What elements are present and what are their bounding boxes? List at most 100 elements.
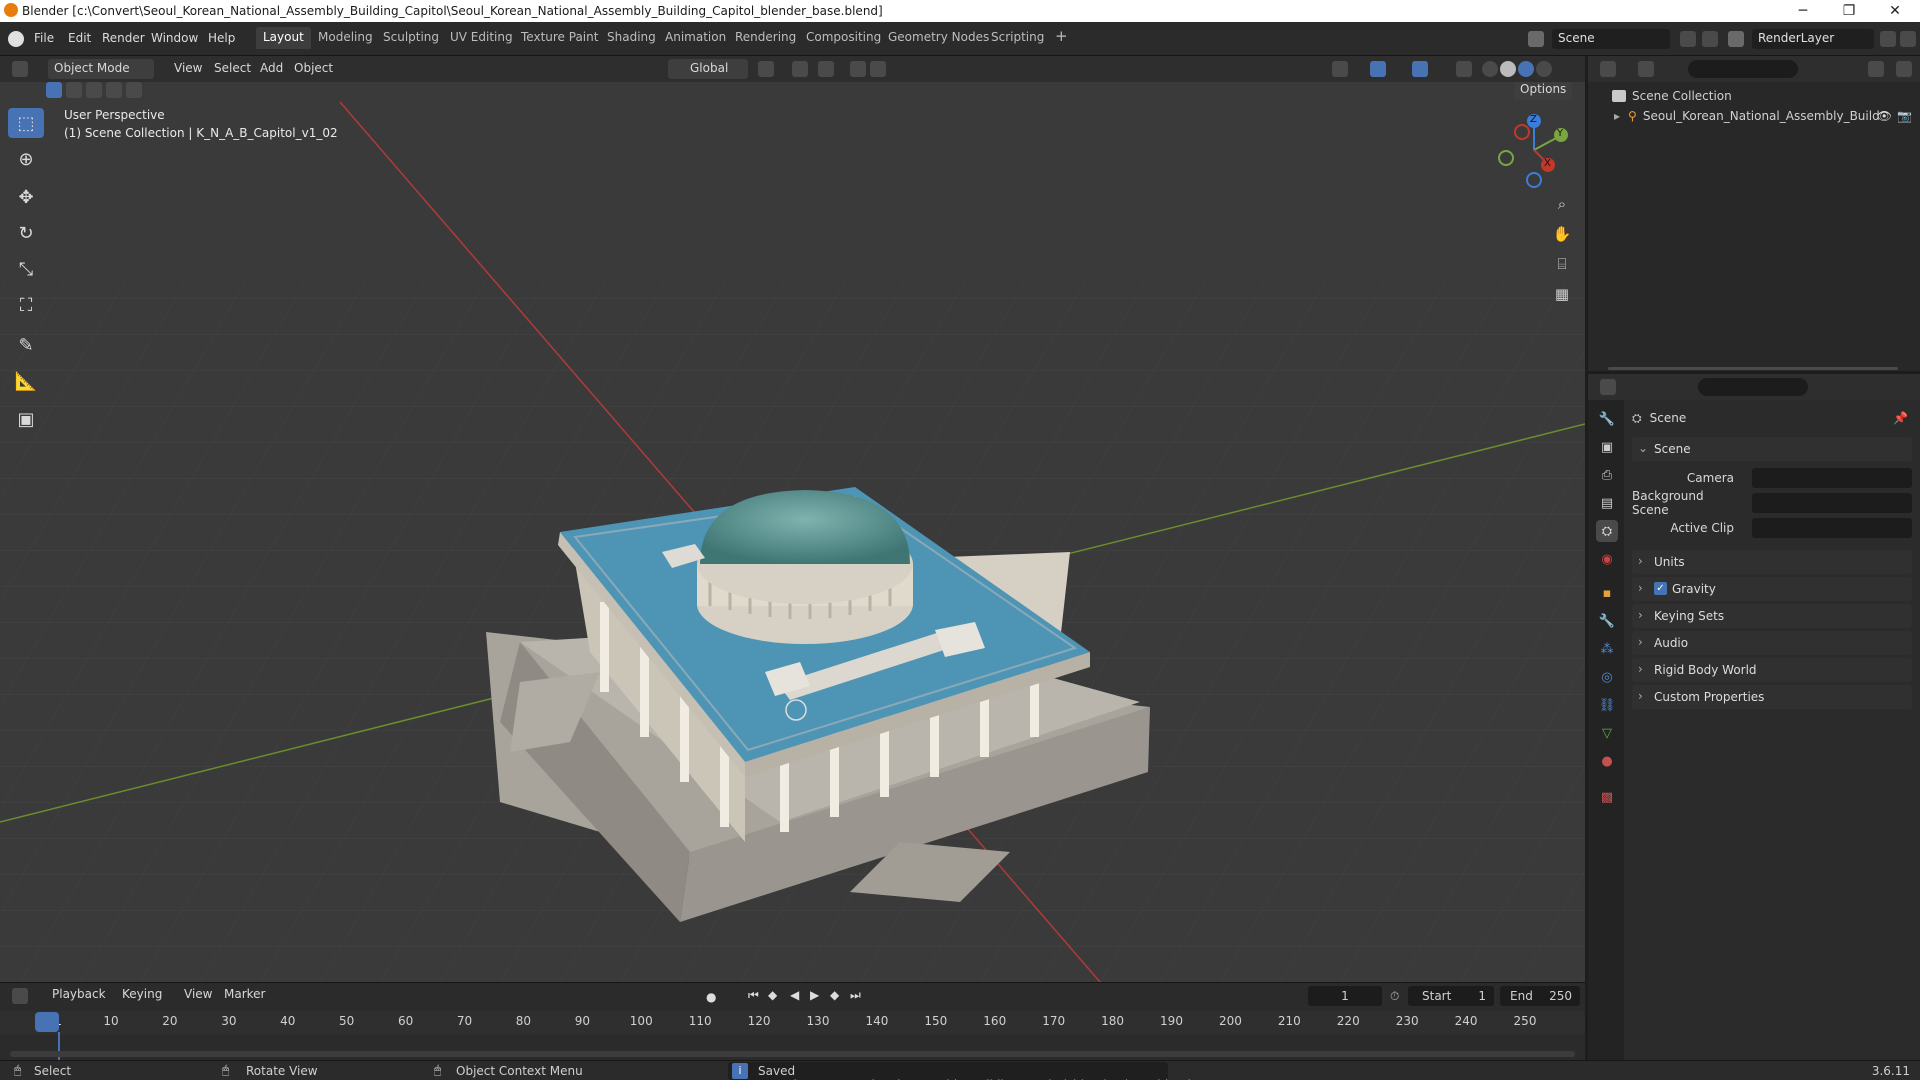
select-intersect-icon[interactable]: [126, 82, 142, 98]
display-mode-icon[interactable]: [1638, 61, 1654, 77]
add-cube-tool-icon[interactable]: ▣: [8, 404, 44, 434]
viewport-menu-add[interactable]: Add: [254, 59, 289, 79]
units-section-header[interactable]: › Units: [1632, 550, 1912, 574]
current-frame-field[interactable]: 1: [1308, 986, 1382, 1006]
timeline-menu-marker[interactable]: Marker: [218, 985, 271, 1005]
world-tab-icon[interactable]: ◉: [1596, 548, 1618, 570]
pin-icon[interactable]: 📌: [1893, 411, 1908, 425]
gravity-section-header[interactable]: › ✓ Gravity: [1632, 577, 1912, 601]
rigid-body-world-section-header[interactable]: › Rigid Body World: [1632, 658, 1912, 682]
playhead[interactable]: [35, 1012, 59, 1032]
data-tab-icon[interactable]: ▽: [1596, 722, 1618, 744]
outliner-editor-type-icon[interactable]: [1600, 61, 1616, 77]
minimize-button[interactable]: ─: [1780, 0, 1826, 22]
outliner-row-object[interactable]: ▸ ⚲ Seoul_Korean_National_Assembly_Build…: [1614, 106, 1914, 126]
navigation-gizmo[interactable]: Z Y X: [1490, 110, 1570, 190]
transform-orientation-dropdown[interactable]: Global: [668, 59, 748, 79]
select-extend-icon[interactable]: [66, 82, 82, 98]
menu-render[interactable]: Render: [96, 29, 151, 47]
gravity-checkbox[interactable]: ✓: [1654, 582, 1667, 595]
snap-icon[interactable]: [792, 61, 808, 77]
play-icon[interactable]: ▶: [810, 988, 819, 1002]
viewport-menu-view[interactable]: View: [168, 59, 208, 79]
timeline-menu-view[interactable]: View: [178, 985, 218, 1005]
renderlayer-type-icon[interactable]: [1728, 31, 1744, 47]
rendered-shading-icon[interactable]: [1536, 61, 1552, 77]
tab-scripting[interactable]: Scripting: [984, 27, 1051, 49]
timeline-scrollbar[interactable]: [10, 1051, 1575, 1057]
delete-renderlayer-icon[interactable]: [1900, 31, 1916, 47]
next-keyframe-icon[interactable]: ◆: [830, 988, 839, 1002]
background-scene-field[interactable]: [1752, 493, 1912, 513]
start-frame-field[interactable]: Start 1: [1408, 986, 1494, 1006]
snap-target-icon[interactable]: [818, 61, 834, 77]
menu-file[interactable]: File: [28, 29, 60, 47]
overlay-toggle-icon[interactable]: [1412, 61, 1428, 77]
select-new-icon[interactable]: [46, 82, 62, 98]
stopwatch-icon[interactable]: ⏱: [1390, 989, 1399, 1004]
rotate-tool-icon[interactable]: ↻: [8, 218, 44, 248]
3d-viewport[interactable]: User Perspective (1) Scene Collection | …: [0, 82, 1585, 982]
object-tab-icon[interactable]: ▪: [1596, 582, 1618, 604]
transform-tool-icon[interactable]: ⛶: [8, 290, 44, 320]
select-box-tool-icon[interactable]: ⬚: [8, 108, 44, 138]
xray-toggle-icon[interactable]: [1456, 61, 1472, 77]
zoom-icon[interactable]: ⌕: [1548, 190, 1576, 218]
play-reverse-icon[interactable]: ◀: [790, 988, 799, 1002]
wireframe-shading-icon[interactable]: [1482, 61, 1498, 77]
cursor-tool-icon[interactable]: ⊕: [8, 144, 44, 174]
close-window-button[interactable]: ✕: [1872, 0, 1918, 22]
pivot-point-icon[interactable]: [758, 61, 774, 77]
outliner-scrollbar[interactable]: [1608, 367, 1898, 370]
move-tool-icon[interactable]: ✥: [8, 182, 44, 212]
timeline-menu-keying[interactable]: Keying: [116, 985, 168, 1005]
tab-rendering[interactable]: Rendering: [728, 27, 803, 49]
scale-tool-icon[interactable]: ⤡: [8, 254, 44, 284]
tool-settings-tab-icon[interactable]: 🔧: [1596, 408, 1618, 430]
new-collection-icon[interactable]: [1896, 61, 1912, 77]
custom-properties-section-header[interactable]: › Custom Properties: [1632, 685, 1912, 709]
viewport-menu-object[interactable]: Object: [288, 59, 339, 79]
jump-end-icon[interactable]: ⏭: [850, 988, 861, 1003]
tab-sculpting[interactable]: Sculpting: [376, 27, 446, 49]
grid-view-icon[interactable]: ▦: [1548, 280, 1576, 308]
visibility-icon[interactable]: [1332, 61, 1348, 77]
tab-modeling[interactable]: Modeling: [311, 27, 380, 49]
editor-type-icon[interactable]: [12, 61, 28, 77]
solid-shading-icon[interactable]: [1500, 61, 1516, 77]
prev-keyframe-icon[interactable]: ◆: [768, 988, 777, 1002]
properties-editor-type-icon[interactable]: [1600, 379, 1616, 395]
menu-edit[interactable]: Edit: [62, 29, 97, 47]
expand-arrow-icon[interactable]: ▸: [1614, 109, 1620, 123]
constraints-tab-icon[interactable]: ⛓: [1596, 694, 1618, 716]
falloff-icon[interactable]: [870, 61, 886, 77]
timeline-menu-playback[interactable]: Playback: [46, 985, 112, 1005]
menu-window[interactable]: Window: [145, 29, 204, 47]
physics-tab-icon[interactable]: ◎: [1596, 666, 1618, 688]
pan-hand-icon[interactable]: ✋: [1548, 220, 1576, 248]
output-tab-icon[interactable]: ⎙: [1596, 464, 1618, 486]
proportional-edit-icon[interactable]: [850, 61, 866, 77]
tab-geometry-nodes[interactable]: Geometry Nodes: [881, 27, 996, 49]
scene-selector[interactable]: Scene: [1552, 29, 1670, 49]
tab-compositing[interactable]: Compositing: [799, 27, 888, 49]
filter-icon[interactable]: [1868, 61, 1884, 77]
annotate-tool-icon[interactable]: ✎: [8, 330, 44, 360]
viewport-options-button[interactable]: Options: [1514, 82, 1573, 100]
viewport-menu-select[interactable]: Select: [208, 59, 257, 79]
tab-animation[interactable]: Animation: [658, 27, 733, 49]
camera-field[interactable]: [1752, 468, 1912, 488]
modifier-tab-icon[interactable]: 🔧: [1596, 610, 1618, 632]
record-button-icon[interactable]: ●: [706, 990, 716, 1004]
tab-texture-paint[interactable]: Texture Paint: [514, 27, 605, 49]
render-tab-icon[interactable]: ▣: [1596, 436, 1618, 458]
scene-tab-icon[interactable]: ⛭: [1596, 520, 1618, 542]
audio-section-header[interactable]: › Audio: [1632, 631, 1912, 655]
add-workspace-button[interactable]: +: [1048, 24, 1075, 46]
tab-layout[interactable]: Layout: [256, 27, 311, 49]
new-scene-icon[interactable]: [1680, 31, 1696, 47]
end-frame-field[interactable]: End 250: [1500, 986, 1580, 1006]
tab-uv-editing[interactable]: UV Editing: [443, 27, 520, 49]
new-renderlayer-icon[interactable]: [1880, 31, 1896, 47]
jump-start-icon[interactable]: ⏮: [748, 988, 759, 1003]
